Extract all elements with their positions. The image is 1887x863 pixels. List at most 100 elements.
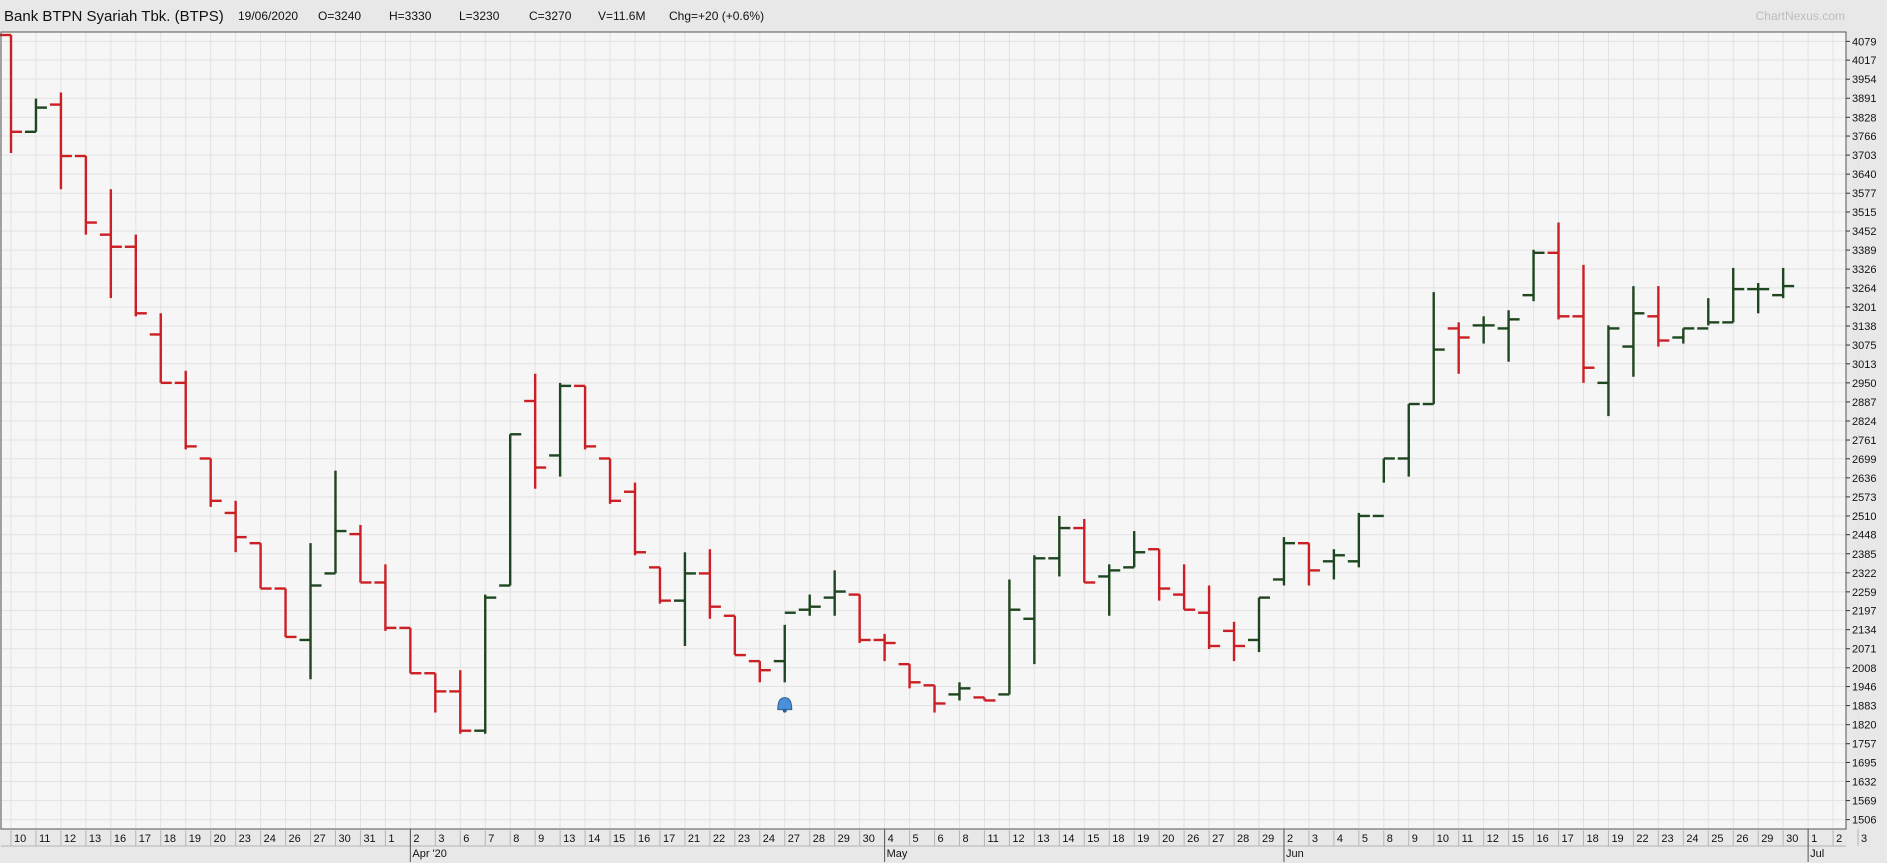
x-tick-label: 20 <box>214 833 226 845</box>
x-tick-label: 27 <box>1212 833 1224 845</box>
x-tick-label: 27 <box>314 833 326 845</box>
x-tick-label: 30 <box>863 833 875 845</box>
x-tick-label: 3 <box>1312 833 1318 845</box>
x-tick-label: 21 <box>688 833 700 845</box>
y-tick-label: 2699 <box>1852 454 1876 466</box>
x-tick-label: 28 <box>1237 833 1249 845</box>
y-tick-label: 1883 <box>1852 701 1876 713</box>
y-tick-label: 3264 <box>1852 283 1876 295</box>
x-tick-label: 15 <box>613 833 625 845</box>
x-tick-label: 12 <box>64 833 76 845</box>
x-tick-label: 2 <box>413 833 419 845</box>
y-tick-label: 2761 <box>1852 435 1876 447</box>
y-tick-label: 3201 <box>1852 302 1876 314</box>
y-tick-label: 2824 <box>1852 416 1876 428</box>
x-tick-label: 10 <box>1437 833 1449 845</box>
x-tick-label: 6 <box>463 833 469 845</box>
y-tick-label: 1820 <box>1852 720 1876 732</box>
x-tick-label: 17 <box>1562 833 1574 845</box>
y-tick-label: 2071 <box>1852 644 1876 656</box>
x-tick-label: 7 <box>488 833 494 845</box>
x-tick-label: 15 <box>1087 833 1099 845</box>
x-tick-label: 16 <box>1537 833 1549 845</box>
x-tick-label: 19 <box>1611 833 1623 845</box>
bell-clapper <box>782 708 787 713</box>
y-tick-label: 3703 <box>1852 150 1876 162</box>
x-tick-label: 25 <box>1711 833 1723 845</box>
x-tick-label: 18 <box>1112 833 1124 845</box>
x-tick-label: 23 <box>738 833 750 845</box>
plot-background <box>1 32 1846 829</box>
x-tick-label: 3 <box>1861 833 1867 845</box>
y-tick-label: 1946 <box>1852 682 1876 694</box>
x-tick-label: 2 <box>1836 833 1842 845</box>
y-tick-label: 4079 <box>1852 36 1876 48</box>
y-tick-label: 2573 <box>1852 492 1876 504</box>
x-tick-label: 1 <box>1811 833 1817 845</box>
y-tick-label: 4017 <box>1852 55 1876 67</box>
x-tick-label: 23 <box>1661 833 1673 845</box>
y-tick-label: 3891 <box>1852 93 1876 105</box>
x-tick-label: 28 <box>813 833 825 845</box>
x-tick-label: 6 <box>938 833 944 845</box>
x-tick-label: 12 <box>1012 833 1024 845</box>
x-tick-label: 4 <box>888 833 894 845</box>
y-tick-label: 1757 <box>1852 739 1876 751</box>
x-tick-label: 14 <box>1062 833 1074 845</box>
y-tick-label: 3954 <box>1852 74 1876 86</box>
x-tick-label: 26 <box>1736 833 1748 845</box>
x-tick-label: 9 <box>1412 833 1418 845</box>
x-tick-label: 11 <box>987 833 998 845</box>
x-tick-label: 30 <box>1786 833 1798 845</box>
y-tick-label: 3326 <box>1852 264 1876 276</box>
y-tick-label: 1632 <box>1852 777 1876 789</box>
x-tick-label: 24 <box>264 833 276 845</box>
y-tick-label: 1506 <box>1852 815 1876 827</box>
y-tick-label: 2887 <box>1852 397 1876 409</box>
x-tick-label: 8 <box>962 833 968 845</box>
bell-body <box>777 697 793 711</box>
y-tick-label: 2448 <box>1852 530 1876 542</box>
x-tick-label: 13 <box>89 833 101 845</box>
y-tick-label: 2636 <box>1852 473 1876 485</box>
y-tick-label: 2134 <box>1852 625 1876 637</box>
x-tick-label: 11 <box>39 833 50 845</box>
x-tick-label: 16 <box>114 833 126 845</box>
x-tick-label: 9 <box>538 833 544 845</box>
x-tick-label: 8 <box>513 833 519 845</box>
x-tick-label: 12 <box>1487 833 1499 845</box>
x-tick-label: 5 <box>913 833 919 845</box>
x-tick-label: 5 <box>1362 833 1368 845</box>
x-tick-label: 24 <box>1686 833 1698 845</box>
x-tick-label: 18 <box>164 833 176 845</box>
x-tick-label: 26 <box>289 833 301 845</box>
x-tick-label: 10 <box>14 833 26 845</box>
y-tick-label: 3389 <box>1852 245 1876 257</box>
x-tick-label: 8 <box>1387 833 1393 845</box>
y-tick-label: 3452 <box>1852 226 1876 238</box>
x-tick-label: 16 <box>638 833 650 845</box>
x-tick-label: 4 <box>1337 833 1343 845</box>
x-tick-label: 22 <box>713 833 725 845</box>
x-tick-label: 31 <box>363 833 375 845</box>
ohlc-chart[interactable]: 4079401739543891382837663703364035773515… <box>0 0 1887 863</box>
y-tick-label: 2950 <box>1852 378 1876 390</box>
x-tick-label: 2 <box>1287 833 1293 845</box>
y-tick-label: 2510 <box>1852 511 1876 523</box>
month-label: Apr '20 <box>412 848 447 860</box>
x-tick-label: 30 <box>338 833 350 845</box>
y-tick-label: 3640 <box>1852 169 1876 181</box>
y-tick-label: 2322 <box>1852 568 1876 580</box>
y-tick-label: 2008 <box>1852 663 1876 675</box>
y-tick-label: 3075 <box>1852 340 1876 352</box>
x-tick-label: 29 <box>1761 833 1773 845</box>
x-tick-label: 19 <box>189 833 201 845</box>
chart-window: Bank BTPN Syariah Tbk. (BTPS) 19/06/2020… <box>0 0 1887 863</box>
x-tick-label: 11 <box>1462 833 1473 845</box>
x-tick-label: 14 <box>588 833 600 845</box>
x-tick-label: 23 <box>239 833 251 845</box>
month-label: May <box>887 848 908 860</box>
x-tick-label: 3 <box>438 833 444 845</box>
month-label: Jul <box>1810 848 1824 860</box>
y-tick-label: 3828 <box>1852 112 1876 124</box>
